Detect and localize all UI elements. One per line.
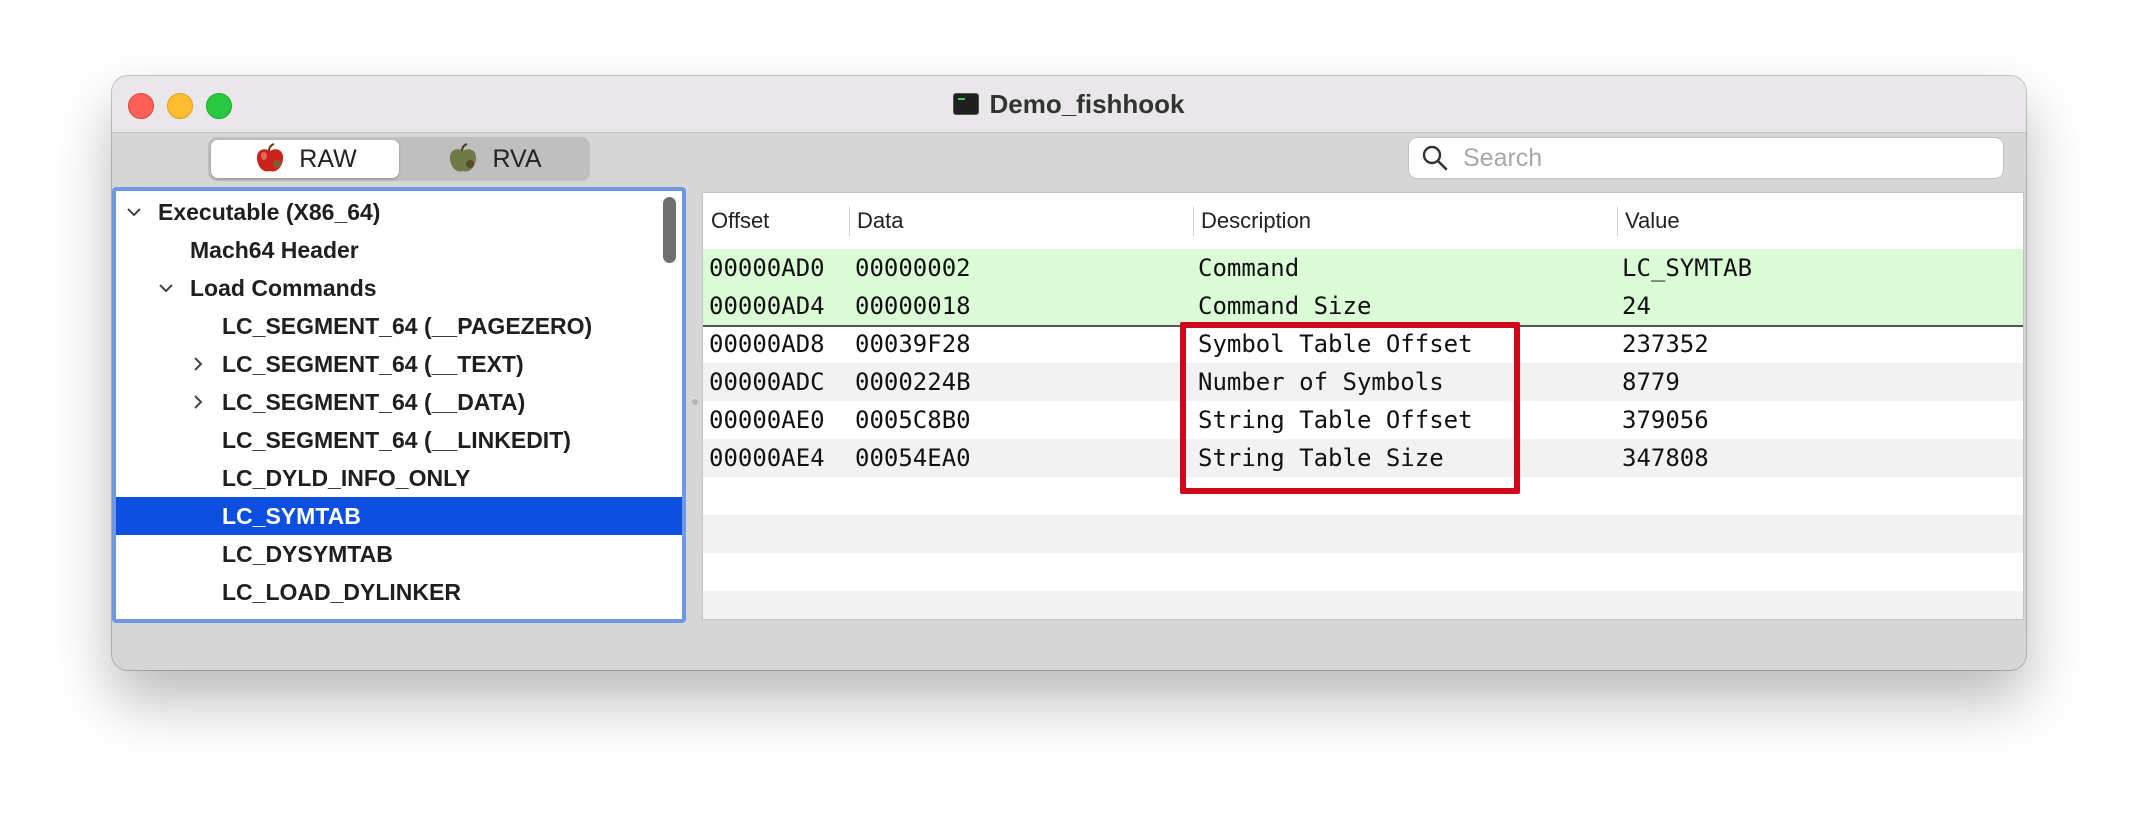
splitter-grip bbox=[692, 399, 698, 405]
raw-rva-segmented-control: RAW RVA bbox=[208, 137, 590, 181]
tree-item-label: LC_SEGMENT_64 (__DATA) bbox=[222, 388, 526, 415]
tree-item[interactable]: LC_SEGMENT_64 (__LINKEDIT) bbox=[116, 421, 682, 459]
tree-item-label: Load Commands bbox=[190, 274, 377, 301]
cell-data: 0000224B bbox=[855, 368, 971, 396]
chevron-down-icon[interactable] bbox=[126, 204, 142, 220]
cell-data: 00054EA0 bbox=[855, 444, 971, 472]
cell-value: 24 bbox=[1622, 292, 1651, 320]
search-input[interactable] bbox=[1461, 142, 1985, 174]
tree-item-label: LC_SEGMENT_64 (__LINKEDIT) bbox=[222, 426, 571, 453]
cell-value: 347808 bbox=[1622, 444, 1709, 472]
tree-item-label: LC_SEGMENT_64 (__TEXT) bbox=[222, 350, 524, 377]
cell-data: 00039F28 bbox=[855, 330, 971, 358]
tree-item-label: LC_DYLD_INFO_ONLY bbox=[222, 464, 471, 491]
title-wrap: Demo_fishhook bbox=[112, 76, 2026, 132]
column-header-offset[interactable]: Offset bbox=[703, 193, 849, 249]
chevron-right-icon[interactable] bbox=[190, 356, 206, 372]
column-header-data[interactable]: Data bbox=[849, 193, 1193, 249]
tree-item-label: LC_SEGMENT_64 (__PAGEZERO) bbox=[222, 312, 593, 339]
search-icon bbox=[1422, 145, 1448, 171]
window-title: Demo_fishhook bbox=[989, 88, 1185, 119]
raw-mode-button[interactable]: RAW bbox=[211, 140, 399, 178]
tree-item-label: LC_LOAD_DYLINKER bbox=[222, 578, 461, 605]
tree-item-label: LC_DYSYMTAB bbox=[222, 540, 393, 567]
green-apple-icon bbox=[450, 143, 477, 172]
cell-offset: 00000AE0 bbox=[709, 406, 825, 434]
terminal-app-icon bbox=[953, 93, 980, 115]
tree-item[interactable]: Load Commands bbox=[116, 269, 682, 307]
cell-value: LC_SYMTAB bbox=[1622, 254, 1753, 282]
search-field[interactable] bbox=[1408, 137, 2004, 179]
tree-item-label: LC_SYMTAB bbox=[222, 502, 361, 529]
cell-offset: 00000ADC bbox=[709, 368, 825, 396]
annotation-highlight-box bbox=[1180, 322, 1520, 494]
column-header-value[interactable]: Value bbox=[1617, 193, 2017, 249]
cell-description: Command Size bbox=[1198, 292, 1372, 320]
column-header-description[interactable]: Description bbox=[1193, 193, 1617, 249]
red-apple-icon bbox=[257, 143, 284, 172]
cell-data: 00000018 bbox=[855, 292, 971, 320]
table-empty-row bbox=[703, 553, 2023, 591]
chevron-right-icon[interactable] bbox=[190, 394, 206, 410]
tree-item[interactable]: Mach64 Header bbox=[116, 231, 682, 269]
cell-data: 00000002 bbox=[855, 254, 971, 282]
rva-mode-button[interactable]: RVA bbox=[402, 140, 586, 178]
cell-value: 379056 bbox=[1622, 406, 1709, 434]
table-row[interactable]: 00000AD0 00000002 Command LC_SYMTAB bbox=[703, 249, 2023, 287]
chevron-down-icon[interactable] bbox=[158, 280, 174, 296]
table-empty-row bbox=[703, 591, 2023, 619]
cell-offset: 00000AD4 bbox=[709, 292, 825, 320]
tree-item[interactable]: LC_DYSYMTAB bbox=[116, 535, 682, 573]
tree-item[interactable]: LC_SEGMENT_64 (__TEXT) bbox=[116, 345, 682, 383]
tree-item[interactable]: LC_SEGMENT_64 (__DATA) bbox=[116, 383, 682, 421]
cell-offset: 00000AD0 bbox=[709, 254, 825, 282]
table-row[interactable]: 00000AD4 00000018 Command Size 24 bbox=[703, 287, 2023, 325]
cell-description: Command bbox=[1198, 254, 1300, 282]
cell-offset: 00000AD8 bbox=[709, 330, 825, 358]
tree-item[interactable]: LC_SYMTAB bbox=[116, 497, 682, 535]
rva-mode-label: RVA bbox=[492, 144, 542, 173]
table-empty-row bbox=[703, 515, 2023, 553]
cell-offset: 00000AE4 bbox=[709, 444, 825, 472]
load-commands-tree[interactable]: Executable (X86_64) Mach64 Header Load Com… bbox=[112, 187, 686, 623]
tree-item[interactable]: LC_SEGMENT_64 (__PAGEZERO) bbox=[116, 307, 682, 345]
table-header: Offset Data Description Value bbox=[703, 193, 2023, 250]
tree-item[interactable]: LC_LOAD_DYLINKER bbox=[116, 573, 682, 611]
cell-value: 8779 bbox=[1622, 368, 1680, 396]
tree-item-label: Mach64 Header bbox=[190, 236, 359, 263]
tree-item[interactable]: LC_DYLD_INFO_ONLY bbox=[116, 459, 682, 497]
cell-data: 0005C8B0 bbox=[855, 406, 971, 434]
tree-item-label: Executable (X86_64) bbox=[158, 198, 381, 225]
title-bar: Demo_fishhook bbox=[112, 76, 2026, 133]
raw-mode-label: RAW bbox=[299, 144, 357, 173]
cell-value: 237352 bbox=[1622, 330, 1709, 358]
tree-item[interactable]: Executable (X86_64) bbox=[116, 193, 682, 231]
toolbar: RAW RVA bbox=[112, 133, 2026, 191]
app-window: Demo_fishhook RAW RVA Search Executable … bbox=[112, 76, 2026, 670]
